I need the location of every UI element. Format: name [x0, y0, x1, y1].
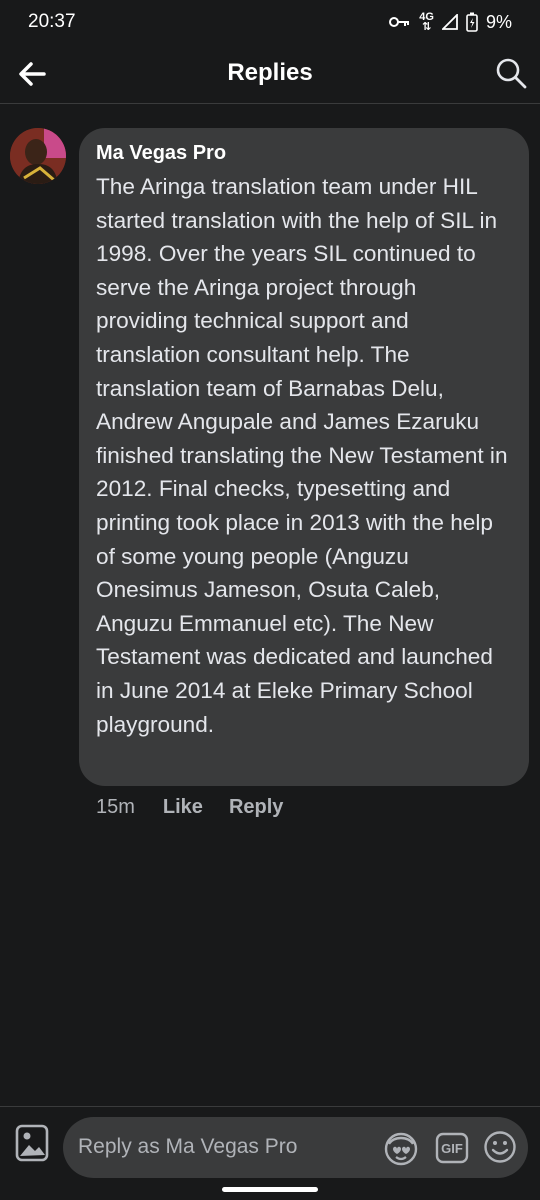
comment-text: The Aringa translation team under HIL st…: [96, 174, 508, 737]
page-title: Replies: [227, 59, 313, 86]
battery-icon: [466, 12, 478, 32]
signal-icon: [441, 14, 458, 30]
status-bar: 20:37 4G ⇅ 9%: [0, 0, 540, 44]
like-button[interactable]: Like: [163, 796, 203, 819]
search-icon[interactable]: [494, 56, 528, 90]
status-time: 20:37: [28, 11, 76, 32]
status-icons: 4G ⇅ 9%: [389, 12, 512, 33]
comment-actions: 15m Like Reply: [96, 796, 283, 819]
battery-percent: 9%: [485, 11, 512, 32]
comment-author[interactable]: Ma Vegas Pro: [96, 141, 513, 165]
gif-icon[interactable]: GIF: [435, 1132, 469, 1164]
photo-icon[interactable]: [14, 1123, 50, 1163]
avatar[interactable]: [10, 128, 66, 184]
data-arrows-icon: ⇅: [422, 21, 432, 33]
reply-button[interactable]: Reply: [229, 796, 283, 819]
app-bar: Replies: [0, 44, 540, 104]
sticker-icon[interactable]: [383, 1130, 419, 1166]
reply-input[interactable]: Reply as Ma Vegas Pro GIF: [63, 1117, 528, 1178]
emoji-icon[interactable]: [483, 1130, 517, 1164]
reply-placeholder: Reply as Ma Vegas Pro: [78, 1135, 298, 1158]
vpn-key-icon: [389, 17, 410, 27]
gif-label: GIF: [441, 1141, 463, 1156]
profile-photo: [10, 128, 66, 184]
reply-composer: Reply as Ma Vegas Pro GIF: [0, 1106, 540, 1200]
home-indicator[interactable]: [222, 1187, 318, 1192]
comment-bubble: Ma Vegas Pro The Aringa translation team…: [79, 128, 529, 786]
comment-timestamp: 15m: [96, 796, 135, 818]
network-indicator: 4G ⇅: [419, 12, 434, 33]
